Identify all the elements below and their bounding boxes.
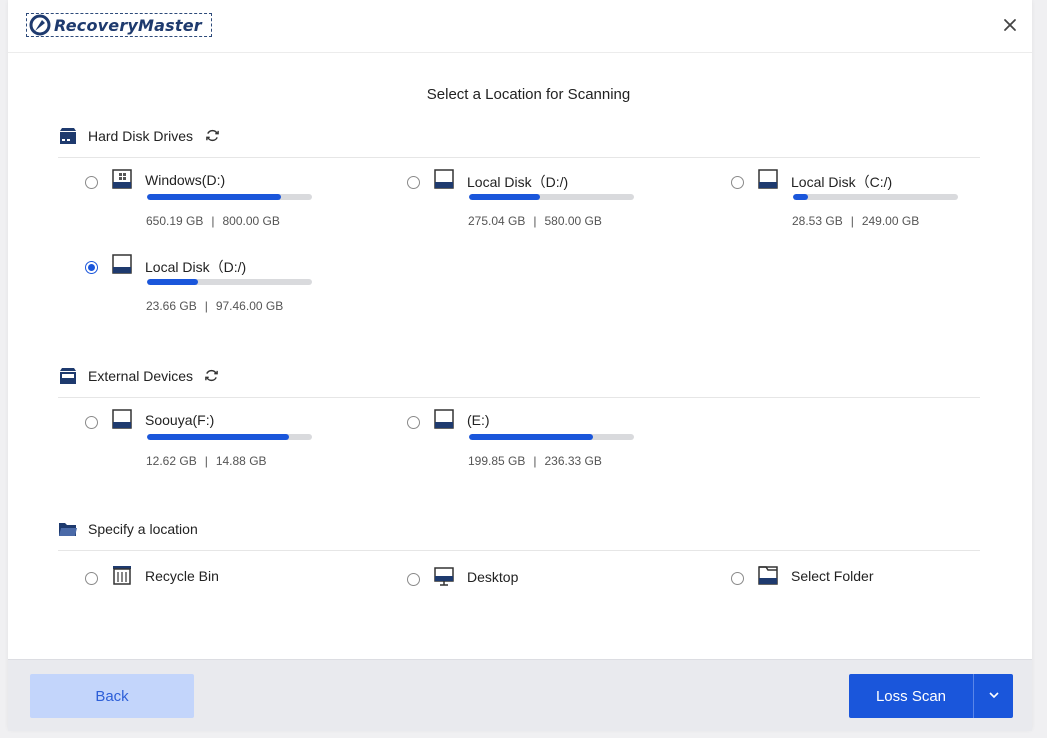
refresh-icon[interactable] — [204, 368, 219, 383]
total-space: 580.00 GB — [544, 214, 602, 228]
logo-icon — [29, 14, 51, 36]
section-external-devices: External Devices — [58, 367, 980, 398]
location-desktop[interactable]: Desktop — [407, 567, 647, 595]
footer-bar: Back Loss Scan — [8, 659, 1032, 731]
drive-radio-selected[interactable] — [85, 261, 98, 274]
usage-bar — [793, 194, 958, 200]
disk-drive-icon — [434, 169, 454, 189]
usage-bar — [469, 194, 634, 200]
usage-bar-fill — [147, 279, 199, 285]
disk-drive-icon — [758, 169, 778, 189]
recycle-bin-icon — [113, 566, 131, 585]
drive-size: 23.66 GB | 97.46.00 GB — [146, 299, 283, 313]
drive-name: Soouya(F:) — [145, 412, 215, 428]
location-recycle-bin[interactable]: Recycle Bin — [85, 566, 325, 594]
disk-drive-icon — [112, 409, 132, 429]
usage-bar-fill — [147, 434, 289, 440]
folder-icon — [758, 566, 778, 585]
used-space: 12.62 GB — [146, 454, 197, 468]
location-radio[interactable] — [407, 573, 420, 586]
disk-drive-icon — [434, 409, 454, 429]
refresh-icon[interactable] — [205, 128, 220, 143]
separator: | — [204, 299, 208, 313]
total-space: 249.00 GB — [861, 214, 920, 228]
total-space: 236.33 GB — [544, 454, 602, 468]
back-button[interactable]: Back — [30, 674, 194, 718]
used-space: 199.85 GB — [468, 454, 526, 468]
drive-item[interactable]: Local Disk（D:/) 275.04 GB | 580.00 GB — [407, 169, 647, 246]
drive-item[interactable]: Soouya(F:) 12.62 GB | 14.88 GB — [85, 409, 325, 486]
drive-radio[interactable] — [407, 416, 420, 429]
drive-size: 199.85 GB | 236.33 GB — [468, 454, 602, 468]
drive-name: Local Disk（D:/) — [145, 259, 247, 275]
used-space: 28.53 GB — [792, 214, 843, 228]
used-space: 23.66 GB — [146, 299, 197, 313]
app-logo: RecoveryMaster — [26, 13, 212, 37]
separator: | — [211, 214, 215, 228]
usage-bar-fill — [469, 434, 593, 440]
drive-name: (E:) — [467, 412, 490, 428]
drive-radio[interactable] — [407, 176, 420, 189]
section-title: Specify a location — [88, 521, 198, 537]
separator: | — [533, 214, 537, 228]
location-radio[interactable] — [731, 572, 744, 585]
drive-name: Windows(D:) — [145, 172, 226, 188]
drive-size: 12.62 GB | 14.88 GB — [146, 454, 267, 468]
drive-item[interactable]: Local Disk（D:/) 23.66 GB | 97.46.00 GB — [85, 254, 325, 331]
scan-dropdown-button[interactable] — [973, 674, 1013, 718]
drive-item[interactable]: Windows(D:) 650.19 GB | 800.00 GB — [85, 169, 325, 246]
total-space: 800.00 GB — [222, 214, 280, 228]
total-space: 14.88 GB — [215, 454, 267, 468]
windows-drive-icon — [112, 169, 132, 189]
section-title: Hard Disk Drives — [88, 128, 194, 144]
drive-name: Local Disk（C:/) — [791, 174, 893, 190]
drive-name: Local Disk（D:/) — [467, 174, 569, 190]
total-space: 97.46.00 GB — [215, 299, 284, 313]
external-device-section-icon — [60, 368, 76, 384]
location-name: Desktop — [467, 569, 519, 585]
loss-scan-button[interactable]: Loss Scan — [849, 674, 973, 718]
usage-bar — [147, 194, 312, 200]
drive-radio[interactable] — [85, 176, 98, 189]
usage-bar-fill — [469, 194, 540, 200]
drive-radio[interactable] — [85, 416, 98, 429]
disk-drive-icon — [112, 254, 132, 274]
drive-radio[interactable] — [731, 176, 744, 189]
usage-bar-fill — [147, 194, 281, 200]
close-icon[interactable] — [1002, 17, 1018, 33]
title-bar: RecoveryMaster — [8, 0, 1032, 53]
page-title: Select a Location for Scanning — [426, 86, 631, 103]
folder-section-icon — [59, 523, 77, 536]
usage-bar-fill — [793, 194, 808, 200]
drive-item[interactable]: (E:) 199.85 GB | 236.33 GB — [407, 409, 647, 486]
drive-size: 275.04 GB | 580.00 GB — [468, 214, 602, 228]
logo-text: RecoveryMaster — [54, 15, 202, 35]
usage-bar — [147, 279, 312, 285]
separator: | — [533, 454, 537, 468]
location-name: Recycle Bin — [145, 568, 219, 584]
usage-bar — [469, 434, 634, 440]
drive-size: 650.19 GB | 800.00 GB — [146, 214, 280, 228]
section-specify-location: Specify a location — [58, 520, 980, 551]
separator: | — [850, 214, 854, 228]
section-title: External Devices — [88, 368, 194, 384]
location-select-folder[interactable]: Select Folder — [731, 566, 971, 594]
location-radio[interactable] — [85, 572, 98, 585]
hard-disk-section-icon — [60, 128, 76, 144]
section-hard-disk: Hard Disk Drives — [58, 127, 980, 158]
location-name: Select Folder — [791, 568, 874, 584]
desktop-icon — [434, 567, 454, 586]
drive-item[interactable]: Local Disk（C:/) 28.53 GB | 249.00 GB — [731, 169, 971, 246]
used-space: 275.04 GB — [468, 214, 526, 228]
usage-bar — [147, 434, 312, 440]
used-space: 650.19 GB — [146, 214, 204, 228]
app-window: RecoveryMaster Select a Location for Sca… — [8, 0, 1032, 731]
chevron-down-icon — [989, 692, 999, 698]
separator: | — [204, 454, 208, 468]
drive-size: 28.53 GB | 249.00 GB — [792, 214, 919, 228]
